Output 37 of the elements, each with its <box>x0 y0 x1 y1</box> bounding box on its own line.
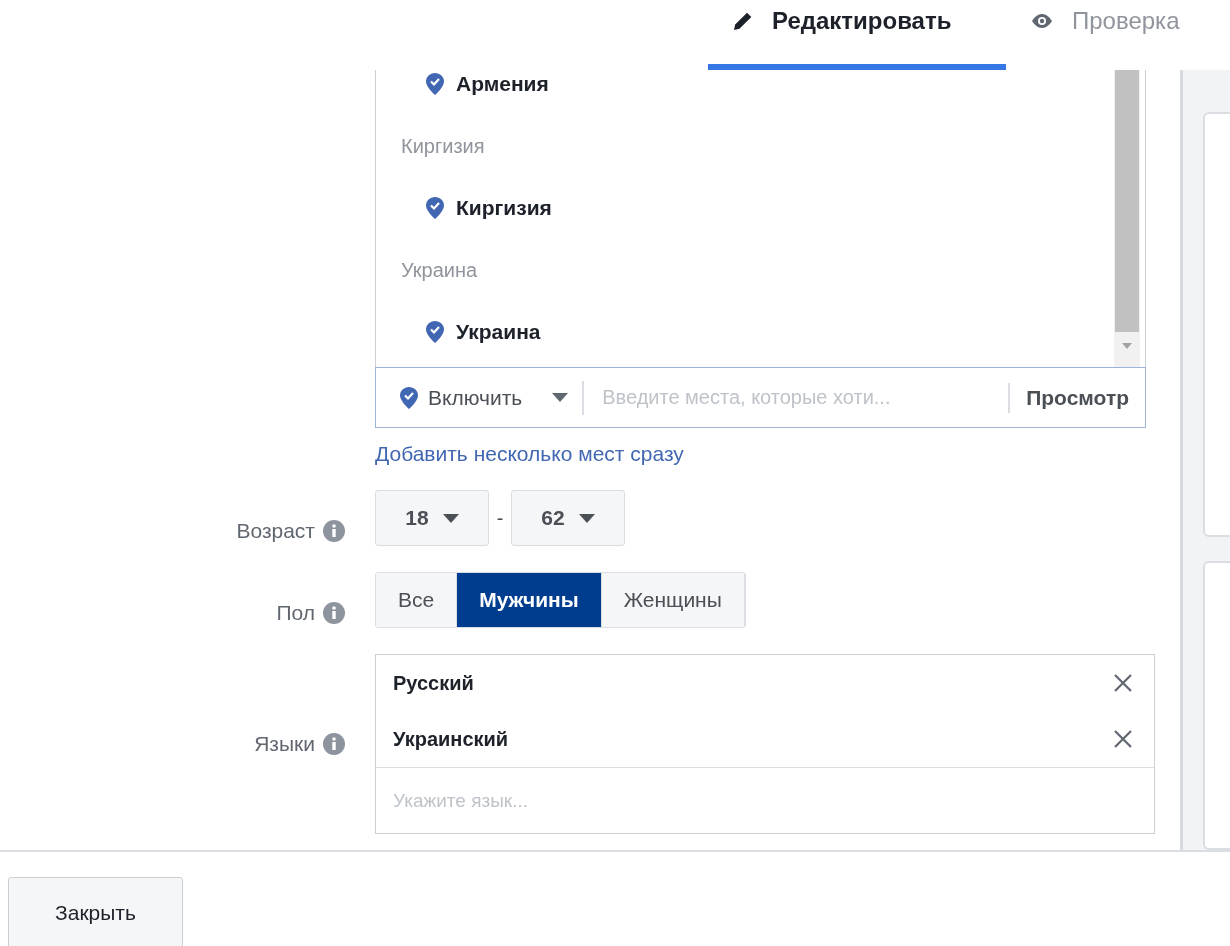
location-name: Украина <box>456 320 541 344</box>
gender-option[interactable]: Все <box>376 573 458 627</box>
caret-icon <box>578 513 595 523</box>
location-group-label: Украина <box>401 258 478 282</box>
age-to-dropdown[interactable]: 62 <box>511 490 625 546</box>
age-label: Возраст <box>236 519 315 543</box>
tab[interactable]: Редактировать <box>708 0 1006 70</box>
language-name: Украинский <box>393 727 509 751</box>
caret-icon <box>552 393 569 402</box>
pin-icon <box>426 73 444 95</box>
pencil-icon <box>732 10 754 32</box>
age-from-dropdown[interactable]: 18 <box>375 490 489 546</box>
eye-icon <box>1030 13 1054 29</box>
bulk-add-link[interactable]: Добавить несколько мест сразу <box>375 442 684 466</box>
age-separator: - <box>495 506 505 530</box>
gender-option[interactable]: Женщины <box>601 573 745 627</box>
info-icon <box>323 520 345 542</box>
languages-label: Языки <box>254 732 315 756</box>
language-name: Русский <box>393 671 474 695</box>
scrollbar[interactable] <box>1114 70 1140 367</box>
gender-label: Пол <box>276 601 315 625</box>
info-icon <box>323 602 345 624</box>
pin-icon <box>400 386 418 409</box>
location-name: Армения <box>456 72 549 96</box>
pin-icon <box>426 321 444 343</box>
location-group-label: Киргизия <box>401 134 485 158</box>
gender-option[interactable]: Мужчины <box>457 573 602 627</box>
close-icon[interactable] <box>1114 730 1132 748</box>
location-name: Киргизия <box>456 196 552 220</box>
languages-box[interactable]: Русский Украинский Укажите язык... <box>375 654 1155 834</box>
close-button[interactable]: Закрыть <box>8 877 183 946</box>
pin-icon <box>426 197 444 219</box>
location-search-bar[interactable]: Включить Введите места, которые хоти... Просмотр <box>375 367 1146 428</box>
info-icon <box>323 733 345 755</box>
browse-button[interactable]: Просмотр <box>1008 382 1145 413</box>
caret-icon <box>442 513 459 523</box>
close-icon[interactable] <box>1114 674 1132 692</box>
